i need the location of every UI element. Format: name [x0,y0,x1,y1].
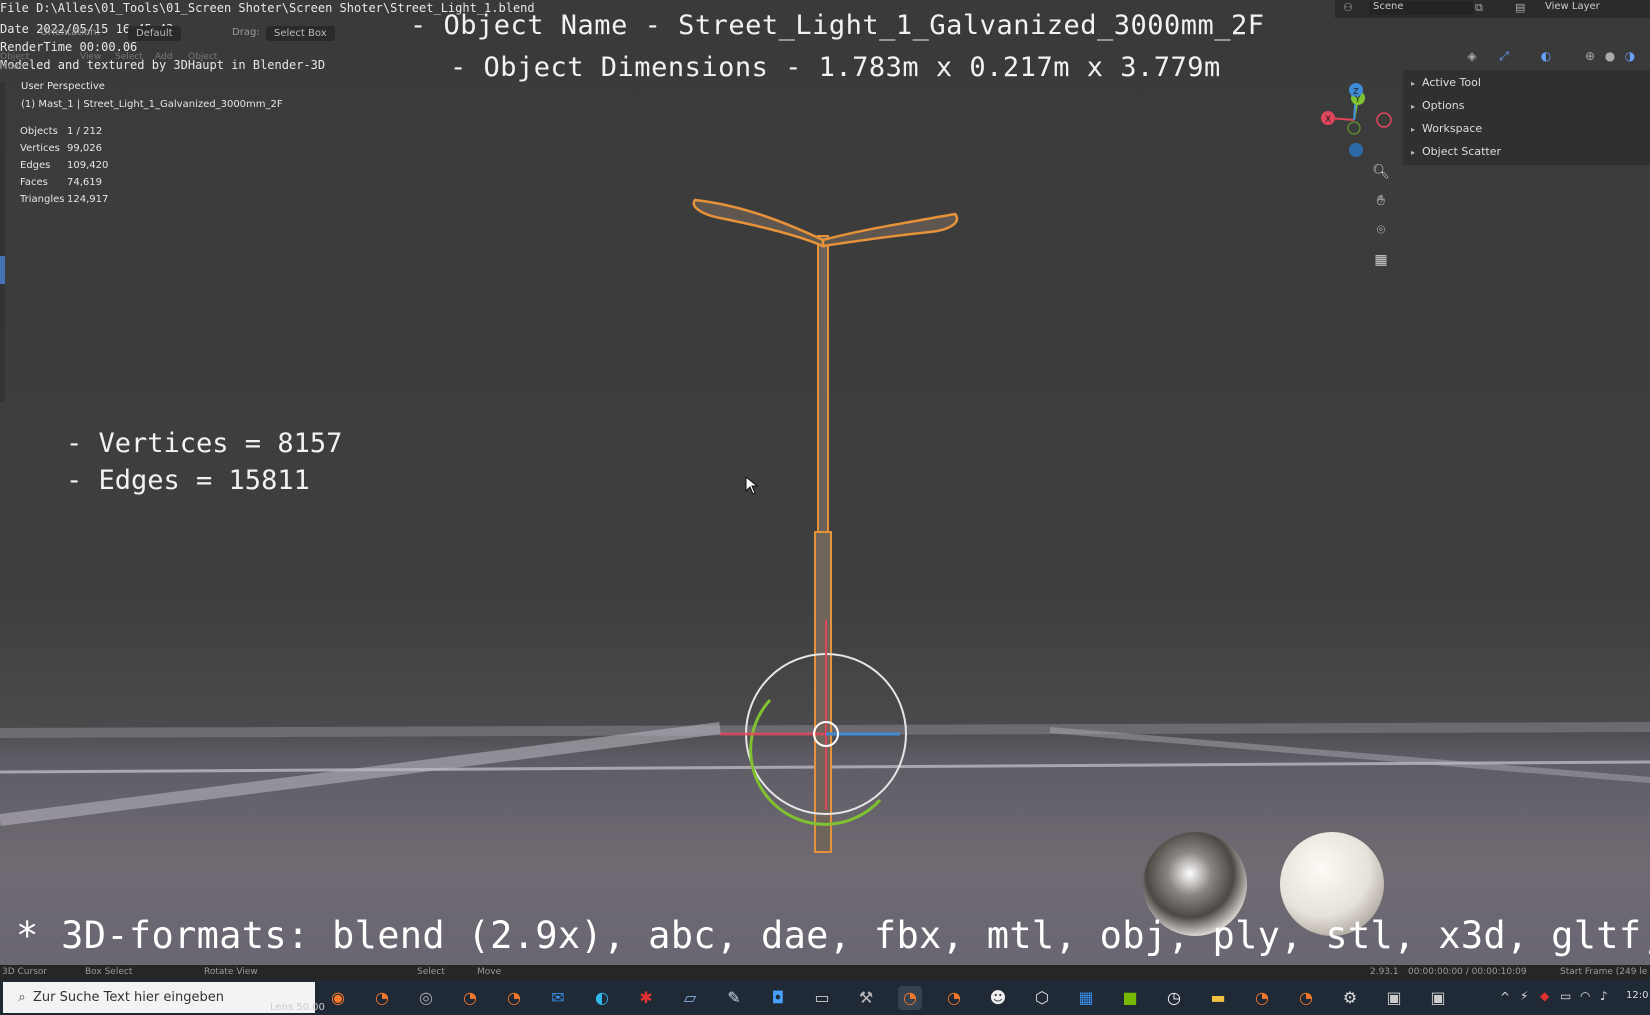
terminal-icon[interactable]: ▭ [810,986,834,1010]
tray-network-icon[interactable]: ⚡ [1520,989,1528,1003]
status-bar: 3D Cursor Box Select Rotate View Select … [0,965,1650,980]
search-icon: ⌕ [18,990,26,1005]
obs-icon[interactable]: ◎ [414,986,438,1010]
tray-volume-icon[interactable]: ♪ [1600,989,1608,1003]
nvidia-icon[interactable]: ■ [1118,986,1142,1010]
floor-diagonal-right [1049,727,1650,783]
blender-icon[interactable]: ◔ [502,986,526,1010]
status-version: 2.93.1 [1370,967,1399,977]
clock-app-icon[interactable]: ◷ [1162,986,1186,1010]
3d-viewport[interactable]: File D:\Alles\01_Tools\01_Screen Shoter\… [0,0,1650,965]
status-3d-cursor: 3D Cursor [2,967,48,977]
taskbar-search[interactable]: ⌕ Zur Suche Text hier eingeben [3,982,315,1013]
transform-gizmo [720,620,907,826]
status-timecode: 00:00:00:00 / 00:00:10:09 [1408,967,1527,977]
expand-arrow-icon: ▸ [1411,102,1416,111]
search-placeholder: Zur Suche Text hier eingeben [33,990,224,1005]
expand-arrow-icon: ▸ [1411,125,1416,134]
window-app-icon[interactable]: ▣ [1426,986,1450,1010]
lens-overlay-text: Lens 50.00 [270,1002,325,1013]
panel-object-scatter[interactable]: ▸ Object Scatter [1411,145,1501,158]
zoom-icon[interactable]: 🔍︎ [1369,160,1393,184]
grid-ortho-icon[interactable]: ▦ [1369,248,1393,272]
tool-icon[interactable]: ⚒ [854,986,878,1010]
status-rotate-view: Rotate View [204,967,258,977]
panda-icon[interactable]: ☻ [986,986,1010,1010]
calendar-icon[interactable]: ▦ [1074,986,1098,1010]
floor-diagonal-left [0,722,721,826]
blender-icon[interactable]: ◔ [1250,986,1274,1010]
formats-caption: * 3D-formats: blend (2.9x), abc, dae, fb… [16,914,1650,957]
sidebar-n-panel: ▸ Active Tool ▸ Options ▸ Workspace ▸ Object… [1403,70,1650,165]
firefox-icon[interactable]: ◉ [326,986,350,1010]
blender-icon[interactable]: ◔ [1294,986,1318,1010]
blender-icon[interactable]: ◔ [942,986,966,1010]
camera-icon[interactable]: ⌾ [1369,218,1393,242]
red-app-icon[interactable]: ✱ [634,986,658,1010]
panel-active-tool[interactable]: ▸ Active Tool [1411,76,1481,89]
window-app-icon[interactable]: ▣ [1382,986,1406,1010]
taskbar-clock[interactable]: 12:0 [1626,990,1648,1001]
document-icon[interactable]: ▱ [678,986,702,1010]
chat-icon[interactable]: ◘ [766,986,790,1010]
navigation-gizmo[interactable]: X Y Z [1312,78,1392,158]
cube-icon[interactable]: ⬡ [1030,986,1054,1010]
pen-app-icon[interactable]: ✎ [722,986,746,1010]
tray-battery-icon[interactable]: ▭ [1560,989,1571,1003]
settings-gear-icon[interactable]: ⚙ [1338,986,1362,1010]
panel-workspace[interactable]: ▸ Workspace [1411,122,1482,135]
status-select: Select [417,967,445,977]
mouse-cursor-icon [745,476,759,495]
status-start-frame: Start Frame (249 le [1560,967,1648,977]
hand-pan-icon[interactable]: ✋︎ [1369,189,1393,213]
status-move: Move [477,967,502,977]
edge-icon[interactable]: ◐ [590,986,614,1010]
blender-icon[interactable]: ◔ [458,986,482,1010]
svg-text:Z: Z [1353,87,1359,96]
status-box-select: Box Select [85,967,133,977]
expand-arrow-icon: ▸ [1411,148,1416,157]
mail-icon[interactable]: ✉ [546,986,570,1010]
windows-taskbar: ⌕ Zur Suche Text hier eingeben Lens 50.00… [0,980,1650,1015]
tray-chevron-icon[interactable]: ^ [1500,990,1510,1004]
folder-icon[interactable]: ▬ [1206,986,1230,1010]
svg-text:Y: Y [1354,95,1361,105]
panel-options[interactable]: ▸ Options [1411,99,1464,112]
svg-text:X: X [1325,115,1331,125]
tray-security-icon[interactable]: ◆ [1540,989,1549,1003]
blender-icon[interactable]: ◔ [370,986,394,1010]
blender-active-icon[interactable]: ◔ [898,986,922,1010]
tray-wifi-icon[interactable]: ◠ [1580,989,1590,1003]
expand-arrow-icon: ▸ [1411,79,1416,88]
